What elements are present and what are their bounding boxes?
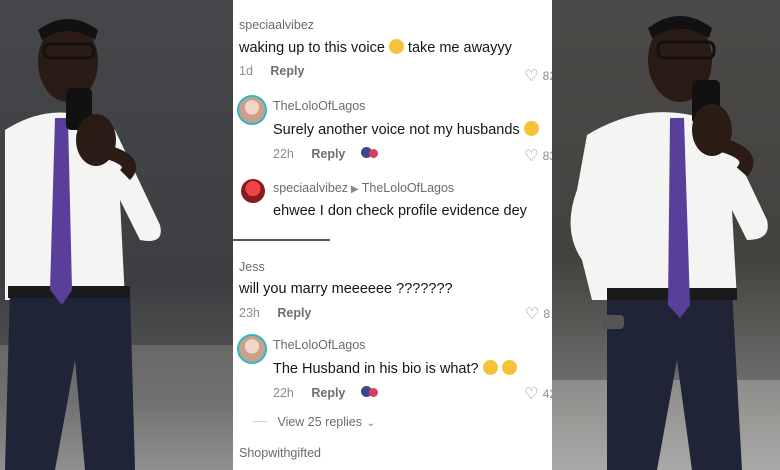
comment-username[interactable]: TheLoloOfLagos [273, 338, 552, 352]
like-button[interactable]: ♡ 8 [525, 304, 550, 324]
smirk-emoji-icon [501, 360, 517, 375]
avatar[interactable] [237, 334, 267, 364]
reply-button[interactable]: Reply [311, 147, 345, 161]
comment-text: waking up to this voice take me awayyy [239, 39, 512, 56]
reply-button[interactable]: Reply [311, 386, 345, 400]
reply-item: TheLoloOfLagos The Husband in his bio is… [273, 338, 552, 403]
cut-off-row [293, 0, 552, 2]
like-button[interactable]: ♡ 83 [524, 146, 552, 166]
view-replies-button[interactable]: View 25 replies ⌄ [253, 413, 552, 431]
reply-button[interactable]: Reply [277, 306, 311, 320]
left-photo [0, 0, 233, 470]
like-button[interactable]: ♡ 42 [524, 384, 552, 404]
comment-text: The Husband in his bio is what? [273, 360, 552, 377]
avatar[interactable] [241, 179, 265, 203]
emoji-icon [523, 121, 539, 136]
divider [233, 239, 330, 241]
man-in-mirror-photo-right [552, 16, 780, 470]
comment-meta: 22h Reply [273, 147, 552, 161]
creator-liked-icon [360, 147, 379, 159]
heart-icon: ♡ [524, 148, 539, 165]
comment-item: speciaalvibez waking up to this voice ta… [239, 18, 552, 85]
comments-panel: speciaalvibez waking up to this voice ta… [233, 0, 552, 470]
comment-username[interactable]: Shopwithgifted [239, 446, 552, 460]
smirk-emoji-icon [482, 360, 498, 375]
man-in-mirror-photo-left [0, 19, 233, 470]
comment-text: will you marry meeeeee ??????? [239, 281, 453, 297]
comment-item: Shopwithgifted [239, 446, 552, 460]
avatar[interactable] [237, 95, 267, 125]
chevron-down-icon: ⌄ [366, 418, 375, 429]
comment-meta: 23h Reply [239, 306, 312, 320]
comment-text: ehwee I don check profile evidence dey [273, 203, 527, 219]
right-photo [552, 0, 780, 470]
comment-username[interactable]: speciaalvibez [239, 18, 552, 32]
reply-header: speciaalvibez ▶ TheLoloOfLagos [273, 181, 455, 195]
comment-username[interactable]: Jess [239, 260, 552, 274]
comment-text: Surely another voice not my husbands [273, 121, 552, 138]
heart-icon: ♡ [524, 306, 540, 323]
creator-liked-icon [360, 386, 379, 398]
reply-item: speciaalvibez ▶ TheLoloOfLagos ehwee I don… [273, 181, 552, 219]
reply-arrow-icon: ▶ [351, 184, 359, 195]
comment-meta: 22h Reply [273, 386, 552, 400]
comment-item: Jess will you marry meeeeee ??????? 23h … [239, 260, 552, 323]
reply-button[interactable]: Reply [270, 64, 304, 78]
comment-username[interactable]: TheLoloOfLagos [273, 99, 552, 113]
thread-line [253, 421, 267, 422]
comment-meta: 1d Reply [239, 64, 305, 78]
pleading-emoji-icon [388, 39, 404, 54]
like-button[interactable]: ♡ 82 [524, 66, 552, 86]
heart-icon: ♡ [524, 386, 539, 403]
heart-icon: ♡ [524, 68, 539, 85]
reply-item: TheLoloOfLagos Surely another voice not … [273, 99, 552, 165]
